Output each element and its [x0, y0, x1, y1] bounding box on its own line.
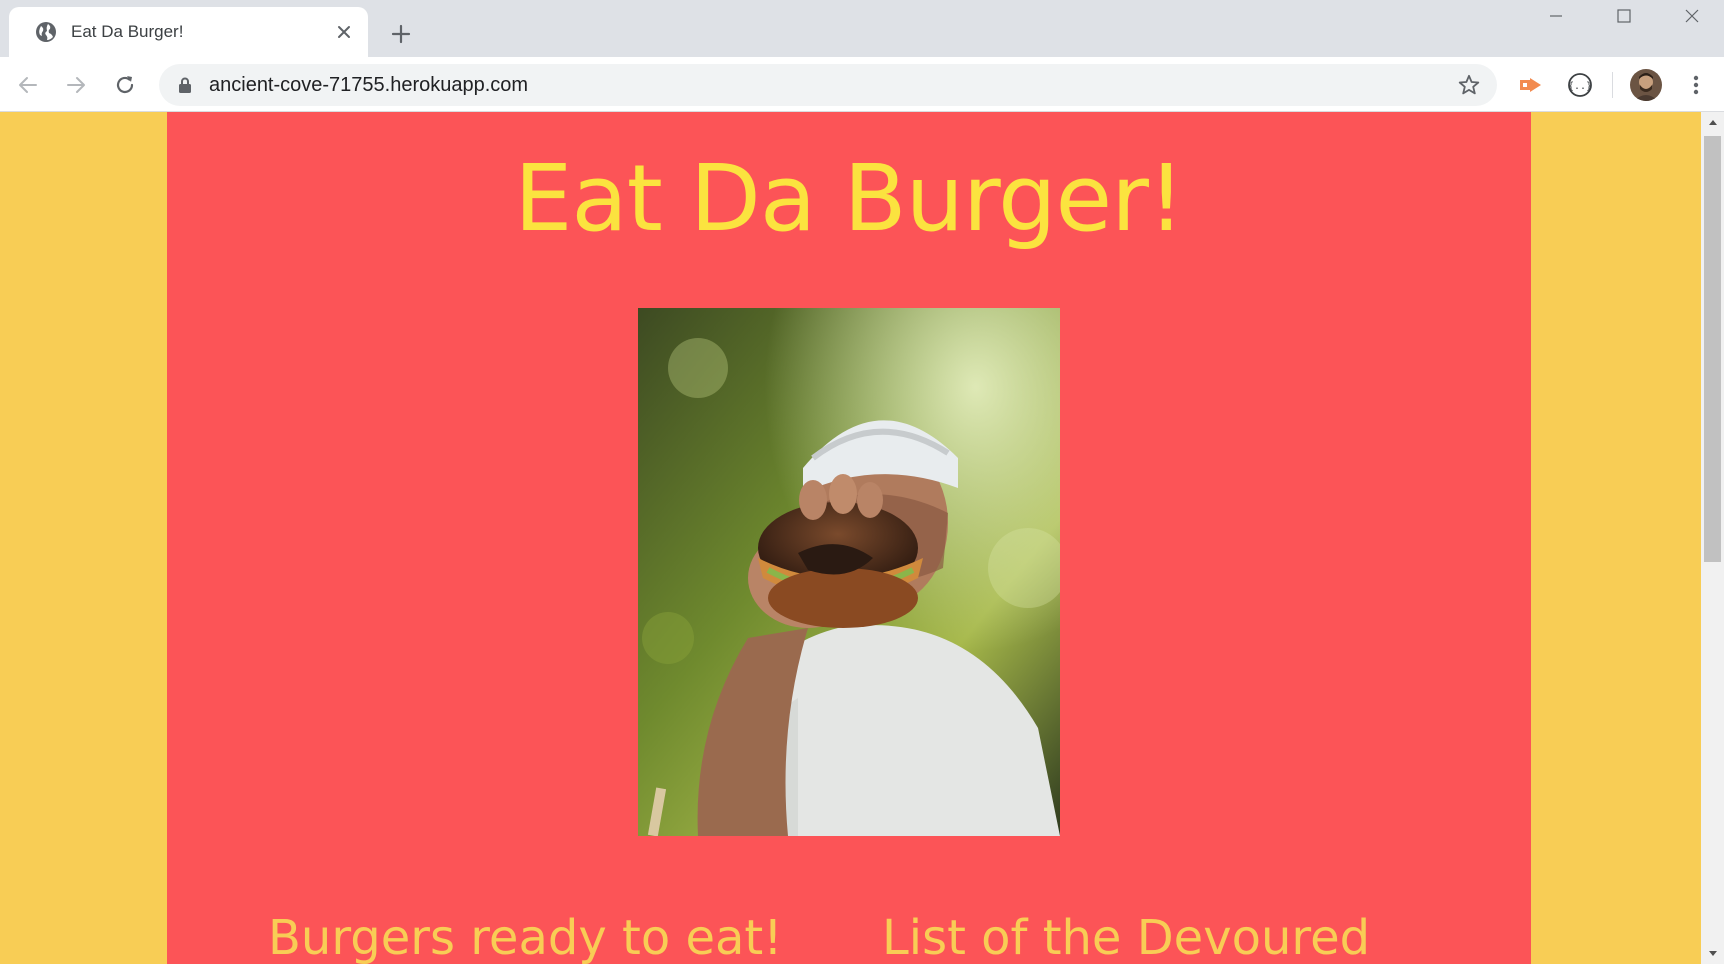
plus-icon [391, 24, 411, 44]
maximize-icon [1617, 9, 1631, 23]
json-viewer-extension-icon: {..} [1568, 73, 1592, 97]
close-icon [1685, 9, 1699, 23]
scroll-up-button[interactable] [1701, 112, 1724, 132]
page-title: Eat Da Burger! [514, 145, 1185, 252]
toolbar-separator [1612, 72, 1613, 98]
caret-down-icon [1708, 951, 1717, 956]
back-button[interactable] [11, 68, 45, 102]
tab-strip: Eat Da Burger! [0, 0, 1724, 57]
browser-toolbar: ancient-cove-71755.herokuapp.com {..} [0, 57, 1724, 112]
main-container: Eat Da Burger! Burgers ready to eat! Lis… [167, 112, 1531, 964]
devoured-burgers-heading: List of the Devoured [882, 910, 1371, 964]
page-viewport: Eat Da Burger! Burgers ready to eat! Lis… [0, 112, 1724, 964]
minimize-icon [1550, 15, 1562, 17]
arrow-left-icon [19, 77, 37, 93]
cast-extension-icon [1520, 78, 1541, 92]
forward-button[interactable] [59, 68, 93, 102]
new-tab-button[interactable] [387, 20, 415, 48]
lock-icon [179, 77, 191, 93]
browser-window: Eat Da Burger! ancient-cove-71755.heroku… [0, 0, 1724, 964]
close-icon [338, 26, 350, 38]
page-scrollbar[interactable] [1701, 112, 1724, 964]
maximize-button[interactable] [1590, 0, 1658, 32]
tab-title: Eat Da Burger! [71, 22, 184, 41]
reload-button[interactable] [108, 68, 142, 102]
reload-icon [116, 76, 134, 94]
url-text[interactable]: ancient-cove-71755.herokuapp.com [209, 74, 528, 96]
address-bar[interactable]: ancient-cove-71755.herokuapp.com [159, 64, 1497, 106]
avatar[interactable] [1630, 69, 1662, 101]
ready-burgers-heading: Burgers ready to eat! [268, 910, 783, 964]
minimize-button[interactable] [1522, 0, 1590, 32]
browser-menu-button[interactable] [1679, 68, 1713, 102]
cast-extension-button[interactable] [1514, 68, 1548, 102]
svg-text:{..}: {..} [1568, 81, 1592, 92]
window-close-button[interactable] [1658, 0, 1724, 32]
caret-up-icon [1708, 120, 1717, 125]
hero-image [638, 308, 1060, 836]
scroll-down-button[interactable] [1701, 944, 1724, 964]
tab-close-button[interactable] [333, 21, 355, 43]
arrow-right-icon [67, 77, 85, 93]
profile-photo [1630, 69, 1662, 101]
globe-icon [36, 22, 56, 42]
browser-tab[interactable]: Eat Da Burger! [9, 7, 368, 57]
star-icon[interactable] [1457, 73, 1481, 97]
scroll-thumb[interactable] [1704, 136, 1721, 562]
kebab-menu-icon [1693, 75, 1699, 95]
json-viewer-extension-button[interactable]: {..} [1563, 68, 1597, 102]
